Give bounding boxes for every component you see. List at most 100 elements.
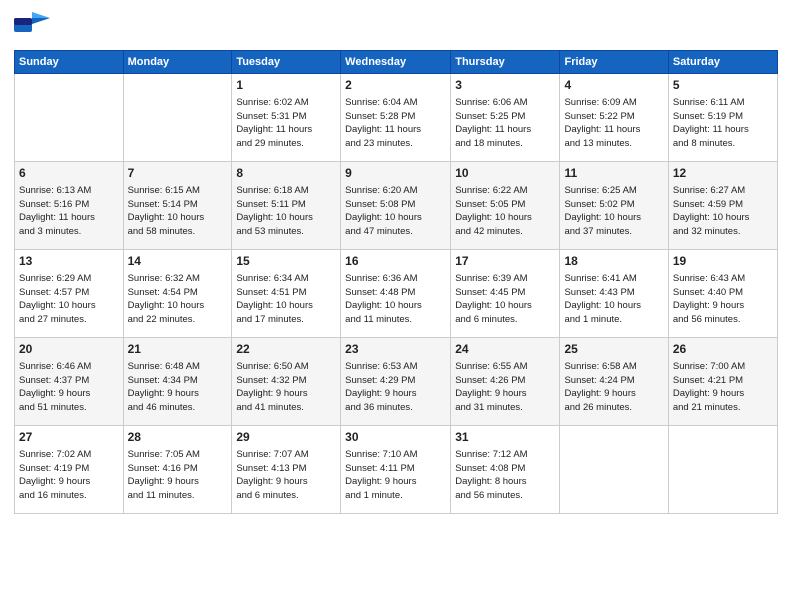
day-info: Sunrise: 6:39 AM Sunset: 4:45 PM Dayligh… <box>455 272 555 327</box>
col-header-tuesday: Tuesday <box>232 51 341 74</box>
calendar-cell: 20 Sunrise: 6:46 AM Sunset: 4:37 PM Dayli… <box>15 338 124 426</box>
day-info: Sunrise: 6:11 AM Sunset: 5:19 PM Dayligh… <box>673 96 773 151</box>
calendar-cell: 21 Sunrise: 6:48 AM Sunset: 4:34 PM Dayli… <box>123 338 232 426</box>
day-info: Sunrise: 6:43 AM Sunset: 4:40 PM Dayligh… <box>673 272 773 327</box>
day-number: 21 <box>128 341 228 358</box>
day-info: Sunrise: 7:10 AM Sunset: 4:11 PM Dayligh… <box>345 448 446 503</box>
day-number: 25 <box>564 341 663 358</box>
day-number: 2 <box>345 77 446 94</box>
day-info: Sunrise: 6:06 AM Sunset: 5:25 PM Dayligh… <box>455 96 555 151</box>
day-info: Sunrise: 6:29 AM Sunset: 4:57 PM Dayligh… <box>19 272 119 327</box>
calendar-cell <box>668 426 777 514</box>
calendar-cell: 29 Sunrise: 7:07 AM Sunset: 4:13 PM Dayli… <box>232 426 341 514</box>
day-info: Sunrise: 6:58 AM Sunset: 4:24 PM Dayligh… <box>564 360 663 415</box>
day-info: Sunrise: 6:53 AM Sunset: 4:29 PM Dayligh… <box>345 360 446 415</box>
day-number: 27 <box>19 429 119 446</box>
logo-icon <box>14 10 52 42</box>
day-number: 5 <box>673 77 773 94</box>
day-info: Sunrise: 7:02 AM Sunset: 4:19 PM Dayligh… <box>19 448 119 503</box>
day-number: 11 <box>564 165 663 182</box>
calendar-week-3: 13 Sunrise: 6:29 AM Sunset: 4:57 PM Dayli… <box>15 250 778 338</box>
day-number: 3 <box>455 77 555 94</box>
calendar-cell: 10Sunrise: 6:22 AM Sunset: 5:05 PM Dayli… <box>451 162 560 250</box>
calendar-header-row: SundayMondayTuesdayWednesdayThursdayFrid… <box>15 51 778 74</box>
calendar-week-1: 1 Sunrise: 6:02 AM Sunset: 5:31 PM Daylig… <box>15 74 778 162</box>
day-number: 17 <box>455 253 555 270</box>
day-number: 26 <box>673 341 773 358</box>
day-number: 29 <box>236 429 336 446</box>
day-info: Sunrise: 6:27 AM Sunset: 4:59 PM Dayligh… <box>673 184 773 239</box>
calendar-week-2: 6 Sunrise: 6:13 AM Sunset: 5:16 PM Daylig… <box>15 162 778 250</box>
day-info: Sunrise: 6:25 AM Sunset: 5:02 PM Dayligh… <box>564 184 663 239</box>
day-number: 23 <box>345 341 446 358</box>
day-number: 22 <box>236 341 336 358</box>
calendar-cell: 6 Sunrise: 6:13 AM Sunset: 5:16 PM Daylig… <box>15 162 124 250</box>
page: SundayMondayTuesdayWednesdayThursdayFrid… <box>0 0 792 612</box>
calendar: SundayMondayTuesdayWednesdayThursdayFrid… <box>14 50 778 514</box>
day-number: 16 <box>345 253 446 270</box>
day-number: 1 <box>236 77 336 94</box>
day-info: Sunrise: 6:50 AM Sunset: 4:32 PM Dayligh… <box>236 360 336 415</box>
day-info: Sunrise: 7:00 AM Sunset: 4:21 PM Dayligh… <box>673 360 773 415</box>
day-info: Sunrise: 6:20 AM Sunset: 5:08 PM Dayligh… <box>345 184 446 239</box>
calendar-cell: 27 Sunrise: 7:02 AM Sunset: 4:19 PM Dayli… <box>15 426 124 514</box>
calendar-cell: 11 Sunrise: 6:25 AM Sunset: 5:02 PM Dayli… <box>560 162 668 250</box>
day-info: Sunrise: 6:34 AM Sunset: 4:51 PM Dayligh… <box>236 272 336 327</box>
day-info: Sunrise: 6:48 AM Sunset: 4:34 PM Dayligh… <box>128 360 228 415</box>
day-number: 12 <box>673 165 773 182</box>
col-header-wednesday: Wednesday <box>341 51 451 74</box>
day-number: 24 <box>455 341 555 358</box>
day-info: Sunrise: 6:18 AM Sunset: 5:11 PM Dayligh… <box>236 184 336 239</box>
calendar-cell: 16 Sunrise: 6:36 AM Sunset: 4:48 PM Dayli… <box>341 250 451 338</box>
calendar-cell <box>123 74 232 162</box>
day-number: 13 <box>19 253 119 270</box>
day-number: 14 <box>128 253 228 270</box>
calendar-cell: 23 Sunrise: 6:53 AM Sunset: 4:29 PM Dayli… <box>341 338 451 426</box>
day-info: Sunrise: 6:32 AM Sunset: 4:54 PM Dayligh… <box>128 272 228 327</box>
col-header-saturday: Saturday <box>668 51 777 74</box>
calendar-cell: 31Sunrise: 7:12 AM Sunset: 4:08 PM Dayli… <box>451 426 560 514</box>
day-info: Sunrise: 6:55 AM Sunset: 4:26 PM Dayligh… <box>455 360 555 415</box>
calendar-cell: 5 Sunrise: 6:11 AM Sunset: 5:19 PM Daylig… <box>668 74 777 162</box>
day-info: Sunrise: 7:07 AM Sunset: 4:13 PM Dayligh… <box>236 448 336 503</box>
day-number: 8 <box>236 165 336 182</box>
day-number: 9 <box>345 165 446 182</box>
calendar-cell: 2 Sunrise: 6:04 AM Sunset: 5:28 PM Daylig… <box>341 74 451 162</box>
day-info: Sunrise: 6:04 AM Sunset: 5:28 PM Dayligh… <box>345 96 446 151</box>
day-number: 15 <box>236 253 336 270</box>
calendar-cell <box>15 74 124 162</box>
calendar-cell: 17 Sunrise: 6:39 AM Sunset: 4:45 PM Dayli… <box>451 250 560 338</box>
calendar-week-5: 27 Sunrise: 7:02 AM Sunset: 4:19 PM Dayli… <box>15 426 778 514</box>
col-header-sunday: Sunday <box>15 51 124 74</box>
day-info: Sunrise: 6:36 AM Sunset: 4:48 PM Dayligh… <box>345 272 446 327</box>
day-info: Sunrise: 6:13 AM Sunset: 5:16 PM Dayligh… <box>19 184 119 239</box>
calendar-cell: 15 Sunrise: 6:34 AM Sunset: 4:51 PM Dayli… <box>232 250 341 338</box>
day-info: Sunrise: 6:41 AM Sunset: 4:43 PM Dayligh… <box>564 272 663 327</box>
calendar-cell: 4Sunrise: 6:09 AM Sunset: 5:22 PM Daylig… <box>560 74 668 162</box>
calendar-cell: 1 Sunrise: 6:02 AM Sunset: 5:31 PM Daylig… <box>232 74 341 162</box>
calendar-cell: 30 Sunrise: 7:10 AM Sunset: 4:11 PM Dayli… <box>341 426 451 514</box>
day-info: Sunrise: 6:46 AM Sunset: 4:37 PM Dayligh… <box>19 360 119 415</box>
day-info: Sunrise: 7:05 AM Sunset: 4:16 PM Dayligh… <box>128 448 228 503</box>
logo <box>14 10 56 42</box>
calendar-cell: 3 Sunrise: 6:06 AM Sunset: 5:25 PM Daylig… <box>451 74 560 162</box>
calendar-cell: 25 Sunrise: 6:58 AM Sunset: 4:24 PM Dayli… <box>560 338 668 426</box>
calendar-cell: 26 Sunrise: 7:00 AM Sunset: 4:21 PM Dayli… <box>668 338 777 426</box>
calendar-cell: 18Sunrise: 6:41 AM Sunset: 4:43 PM Dayli… <box>560 250 668 338</box>
col-header-thursday: Thursday <box>451 51 560 74</box>
day-number: 30 <box>345 429 446 446</box>
calendar-cell: 14 Sunrise: 6:32 AM Sunset: 4:54 PM Dayli… <box>123 250 232 338</box>
calendar-cell <box>560 426 668 514</box>
col-header-friday: Friday <box>560 51 668 74</box>
calendar-cell: 13 Sunrise: 6:29 AM Sunset: 4:57 PM Dayli… <box>15 250 124 338</box>
day-number: 20 <box>19 341 119 358</box>
calendar-week-4: 20 Sunrise: 6:46 AM Sunset: 4:37 PM Dayli… <box>15 338 778 426</box>
day-number: 6 <box>19 165 119 182</box>
day-info: Sunrise: 6:02 AM Sunset: 5:31 PM Dayligh… <box>236 96 336 151</box>
calendar-cell: 22 Sunrise: 6:50 AM Sunset: 4:32 PM Dayli… <box>232 338 341 426</box>
calendar-cell: 9 Sunrise: 6:20 AM Sunset: 5:08 PM Daylig… <box>341 162 451 250</box>
day-info: Sunrise: 6:09 AM Sunset: 5:22 PM Dayligh… <box>564 96 663 151</box>
calendar-cell: 24 Sunrise: 6:55 AM Sunset: 4:26 PM Dayli… <box>451 338 560 426</box>
calendar-cell: 19Sunrise: 6:43 AM Sunset: 4:40 PM Dayli… <box>668 250 777 338</box>
col-header-monday: Monday <box>123 51 232 74</box>
